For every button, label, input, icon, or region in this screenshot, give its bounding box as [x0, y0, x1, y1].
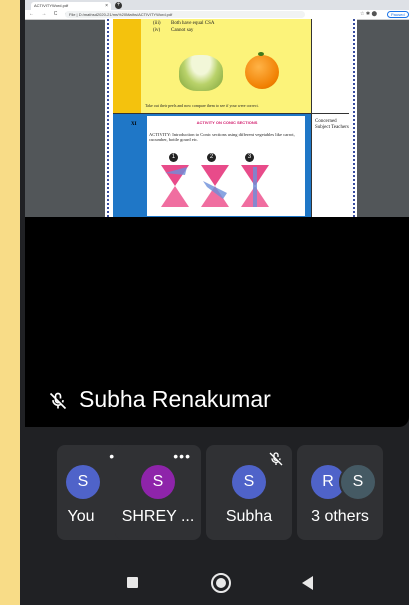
url-field: File | D:/mathsd2020-21/ms%20Maths/ACTIV… — [65, 11, 305, 18]
table-cell — [113, 19, 129, 113]
orange-image — [245, 55, 279, 89]
cone-number: 1 — [169, 153, 178, 162]
activity-content: ACTIVITY ON CONIC SECTIONS ACTIVITY: Int… — [141, 114, 311, 217]
shared-browser-window: ACTIVITYWord.pdf × + ← → C ⌂ File | D:/m… — [25, 0, 409, 217]
option-text: Both have equal CSA — [171, 21, 215, 26]
tab-title: ACTIVITYWord.pdf — [34, 3, 69, 8]
shared-screen[interactable]: ACTIVITYWord.pdf × + ← → C ⌂ File | D:/m… — [25, 0, 409, 427]
paused-badge: Paused — [387, 11, 409, 18]
concerned-teachers: Concerned Subject Teachers — [315, 119, 349, 130]
option-label: (iv) — [153, 28, 161, 33]
double-cone-icon — [201, 165, 229, 207]
avatar: S — [141, 465, 175, 499]
participant-name: SHREY ... — [121, 508, 195, 525]
presenter-name: Subha Renakumar — [79, 386, 271, 412]
table-cell — [311, 19, 349, 113]
pdf-page: (iii) Both have equal CSA (iv) Cannot sa… — [105, 19, 357, 217]
class-label: XI — [131, 122, 137, 127]
home-button[interactable] — [211, 573, 231, 593]
double-cone-icon — [161, 165, 189, 207]
orange-leaf — [258, 52, 264, 56]
meet-app: ACTIVITYWord.pdf × + ← → C ⌂ File | D:/m… — [20, 0, 409, 605]
participant-tile-shrey[interactable]: S ••• SHREY ... — [115, 445, 201, 540]
table-cell — [113, 114, 129, 217]
browser-toolbar-icons: ☆ ✱ ⬤ — [360, 11, 378, 17]
browser-tab: ACTIVITYWord.pdf × — [31, 2, 111, 10]
activity-note: Take out their peels and now compare the… — [145, 103, 259, 108]
activity-text: ACTIVITY: Introduction to Conic sections… — [149, 132, 295, 142]
option-text: Cannot say — [171, 28, 194, 33]
mic-off-icon — [49, 392, 67, 410]
new-tab-icon: + — [115, 2, 122, 9]
melon-image — [179, 55, 223, 91]
activity-heading: ACTIVITY ON CONIC SECTIONS — [196, 120, 258, 125]
android-nav-bar — [20, 560, 409, 605]
more-options-icon[interactable]: ••• — [173, 449, 191, 463]
table-cell: Concerned Subject Teachers — [311, 114, 349, 217]
recents-button[interactable] — [127, 577, 138, 588]
browser-tab-bar: ACTIVITYWord.pdf × + — [25, 0, 409, 10]
participant-tile-others[interactable]: R S 3 others — [297, 445, 383, 540]
activity-content: (iii) Both have equal CSA (iv) Cannot sa… — [141, 19, 311, 113]
option-label: (iii) — [153, 21, 161, 26]
double-cone-icon — [241, 165, 269, 207]
table-row: XI ACTIVITY ON CONIC SECTIONS ACTIVITY: … — [113, 113, 349, 217]
participant-name: 3 others — [311, 508, 369, 525]
cone-number: 2 — [207, 153, 216, 162]
cone-number: 3 — [245, 153, 254, 162]
table-cell — [129, 19, 141, 113]
avatar: S — [66, 465, 100, 499]
activity-panel: ACTIVITY ON CONIC SECTIONS ACTIVITY: Int… — [147, 116, 305, 216]
back-button[interactable] — [302, 576, 313, 590]
conic-sections-image: 1 2 3 — [159, 153, 279, 215]
mic-off-icon — [269, 452, 283, 466]
table-row: (iii) Both have equal CSA (iv) Cannot sa… — [113, 19, 349, 113]
table-cell — [129, 114, 141, 217]
participant-name: Subha — [225, 508, 273, 525]
tab-close-icon: × — [105, 3, 108, 9]
participant-tile-subha[interactable]: S Subha — [206, 445, 292, 540]
avatar: S — [232, 465, 266, 499]
avatar: S — [339, 463, 377, 501]
participant-name: You — [67, 508, 95, 525]
